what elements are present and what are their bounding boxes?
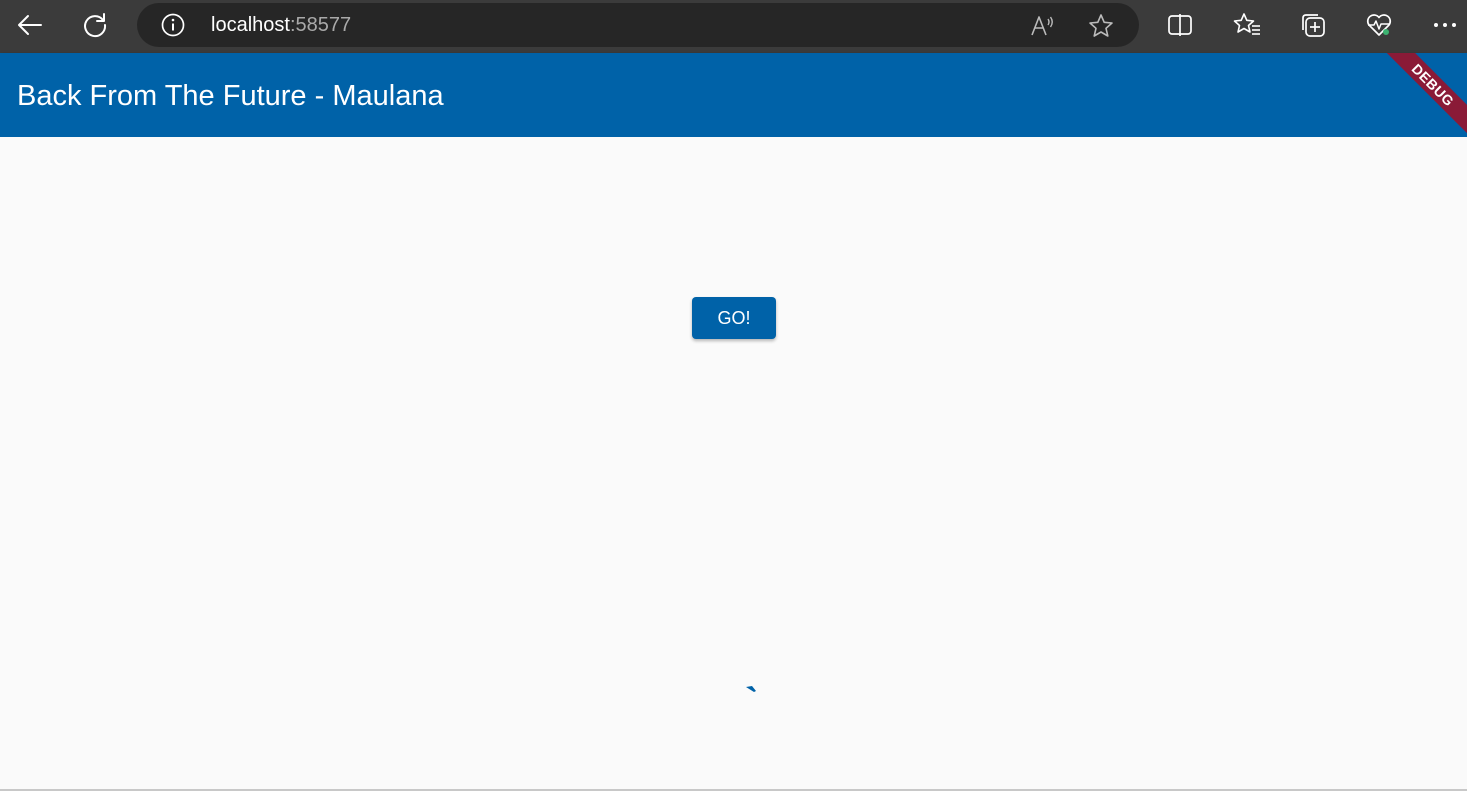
app-title: Back From The Future - Maulana — [17, 80, 444, 112]
address-bar[interactable]: localhost:58577 — [137, 3, 1139, 47]
read-aloud-icon[interactable] — [1029, 13, 1055, 39]
app-bar: Back From The Future - Maulana DEBUG — [0, 53, 1467, 137]
url-text[interactable]: localhost:58577 — [211, 14, 351, 36]
browser-essentials-icon[interactable] — [1361, 8, 1397, 42]
debug-banner: DEBUG — [1369, 53, 1467, 137]
favorite-star-icon[interactable] — [1088, 13, 1114, 39]
refresh-icon[interactable] — [77, 8, 113, 42]
split-screen-icon[interactable] — [1162, 8, 1198, 42]
collections-icon[interactable] — [1295, 8, 1331, 42]
back-icon[interactable] — [11, 8, 47, 42]
app-body: GO! — [0, 137, 1467, 789]
debug-banner-text: DEBUG — [1408, 60, 1458, 110]
browser-toolbar: localhost:58577 — [0, 0, 1467, 53]
more-icon[interactable] — [1427, 8, 1463, 42]
favorites-icon[interactable] — [1229, 8, 1265, 42]
url-port: :58577 — [289, 14, 352, 36]
go-button[interactable]: GO! — [692, 297, 776, 339]
loading-spinner-icon — [744, 682, 758, 694]
url-host: localhost — [211, 14, 290, 36]
info-icon[interactable] — [161, 13, 185, 37]
